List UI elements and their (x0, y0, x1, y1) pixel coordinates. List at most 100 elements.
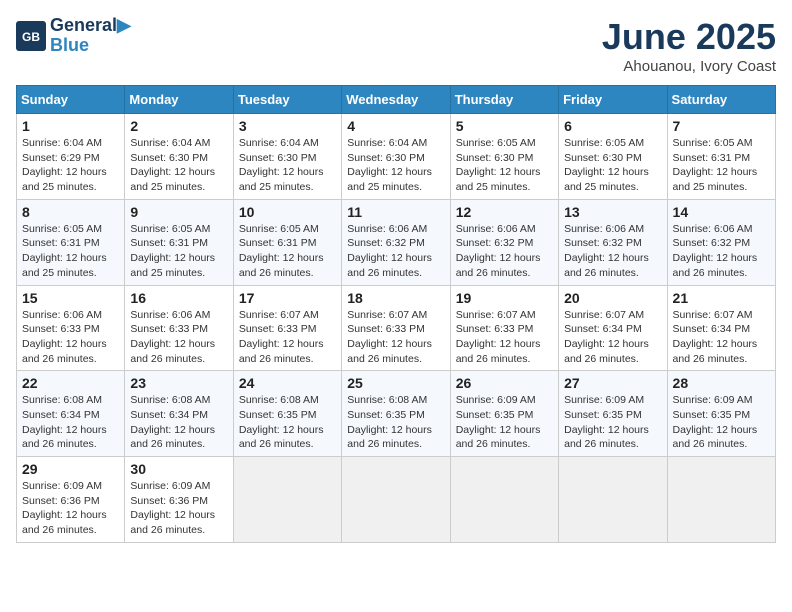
day-info: Sunrise: 6:09 AM Sunset: 6:36 PM Dayligh… (22, 479, 119, 538)
svg-text:GB: GB (22, 30, 40, 44)
day-number: 9 (130, 204, 227, 220)
logo-text: General▶ Blue (50, 16, 131, 56)
day-info: Sunrise: 6:06 AM Sunset: 6:32 PM Dayligh… (564, 222, 661, 281)
day-cell: 14Sunrise: 6:06 AM Sunset: 6:32 PM Dayli… (667, 199, 775, 285)
day-info: Sunrise: 6:05 AM Sunset: 6:30 PM Dayligh… (564, 136, 661, 195)
day-cell: 24Sunrise: 6:08 AM Sunset: 6:35 PM Dayli… (233, 371, 341, 457)
day-number: 22 (22, 375, 119, 391)
day-cell: 5 Sunrise: 6:05 AM Sunset: 6:30 PM Daylig… (450, 114, 558, 200)
day-info: Sunrise: 6:06 AM Sunset: 6:32 PM Dayligh… (347, 222, 444, 281)
weekday-header-thursday: Thursday (450, 86, 558, 114)
day-cell: 7 Sunrise: 6:05 AM Sunset: 6:31 PM Daylig… (667, 114, 775, 200)
day-number: 10 (239, 204, 336, 220)
day-info: Sunrise: 6:09 AM Sunset: 6:35 PM Dayligh… (564, 393, 661, 452)
day-info: Sunrise: 6:04 AM Sunset: 6:30 PM Dayligh… (239, 136, 336, 195)
day-info: Sunrise: 6:05 AM Sunset: 6:31 PM Dayligh… (673, 136, 770, 195)
day-cell: 13 Sunrise: 6:06 AM Sunset: 6:32 PM Dayli… (559, 199, 667, 285)
day-cell: 15 Sunrise: 6:06 AM Sunset: 6:33 PM Dayli… (17, 285, 125, 371)
day-info: Sunrise: 6:06 AM Sunset: 6:32 PM Dayligh… (673, 222, 770, 281)
day-cell: 6 Sunrise: 6:05 AM Sunset: 6:30 PM Daylig… (559, 114, 667, 200)
week-row-4: 22 Sunrise: 6:08 AM Sunset: 6:34 PM Dayli… (17, 371, 776, 457)
day-cell: 19Sunrise: 6:07 AM Sunset: 6:33 PM Dayli… (450, 285, 558, 371)
day-cell: 1 Sunrise: 6:04 AM Sunset: 6:29 PM Daylig… (17, 114, 125, 200)
day-number: 20 (564, 290, 661, 306)
weekday-header-tuesday: Tuesday (233, 86, 341, 114)
day-cell: 9 Sunrise: 6:05 AM Sunset: 6:31 PM Daylig… (125, 199, 233, 285)
calendar: SundayMondayTuesdayWednesdayThursdayFrid… (16, 85, 776, 543)
day-cell: 18 Sunrise: 6:07 AM Sunset: 6:33 PM Dayli… (342, 285, 450, 371)
logo-icon: GB (16, 21, 46, 51)
calendar-body: 1 Sunrise: 6:04 AM Sunset: 6:29 PM Daylig… (17, 114, 776, 543)
day-number: 5 (456, 118, 553, 134)
day-info: Sunrise: 6:07 AM Sunset: 6:34 PM Dayligh… (564, 308, 661, 367)
day-number: 4 (347, 118, 444, 134)
day-info: Sunrise: 6:04 AM Sunset: 6:29 PM Dayligh… (22, 136, 119, 195)
day-cell: 25Sunrise: 6:08 AM Sunset: 6:35 PM Dayli… (342, 371, 450, 457)
day-info: Sunrise: 6:04 AM Sunset: 6:30 PM Dayligh… (347, 136, 444, 195)
day-cell: 3Sunrise: 6:04 AM Sunset: 6:30 PM Daylig… (233, 114, 341, 200)
weekday-header-saturday: Saturday (667, 86, 775, 114)
day-number: 8 (22, 204, 119, 220)
week-row-3: 15 Sunrise: 6:06 AM Sunset: 6:33 PM Dayli… (17, 285, 776, 371)
day-info: Sunrise: 6:08 AM Sunset: 6:34 PM Dayligh… (130, 393, 227, 452)
day-cell: 16Sunrise: 6:06 AM Sunset: 6:33 PM Dayli… (125, 285, 233, 371)
week-row-5: 29 Sunrise: 6:09 AM Sunset: 6:36 PM Dayli… (17, 457, 776, 543)
weekday-header-monday: Monday (125, 86, 233, 114)
day-info: Sunrise: 6:09 AM Sunset: 6:35 PM Dayligh… (673, 393, 770, 452)
week-row-2: 8 Sunrise: 6:05 AM Sunset: 6:31 PM Daylig… (17, 199, 776, 285)
title-area: June 2025 Ahouanou, Ivory Coast (602, 16, 776, 75)
month-title: June 2025 (602, 16, 776, 58)
day-number: 30 (130, 461, 227, 477)
day-number: 1 (22, 118, 119, 134)
day-info: Sunrise: 6:07 AM Sunset: 6:33 PM Dayligh… (456, 308, 553, 367)
day-info: Sunrise: 6:04 AM Sunset: 6:30 PM Dayligh… (130, 136, 227, 195)
day-number: 11 (347, 204, 444, 220)
day-number: 27 (564, 375, 661, 391)
day-cell: 20 Sunrise: 6:07 AM Sunset: 6:34 PM Dayli… (559, 285, 667, 371)
day-info: Sunrise: 6:07 AM Sunset: 6:34 PM Dayligh… (673, 308, 770, 367)
day-cell: 27 Sunrise: 6:09 AM Sunset: 6:35 PM Dayli… (559, 371, 667, 457)
day-info: Sunrise: 6:09 AM Sunset: 6:35 PM Dayligh… (456, 393, 553, 452)
day-cell: 17Sunrise: 6:07 AM Sunset: 6:33 PM Dayli… (233, 285, 341, 371)
day-cell: 12Sunrise: 6:06 AM Sunset: 6:32 PM Dayli… (450, 199, 558, 285)
day-number: 13 (564, 204, 661, 220)
day-number: 6 (564, 118, 661, 134)
day-cell: 21 Sunrise: 6:07 AM Sunset: 6:34 PM Dayli… (667, 285, 775, 371)
day-number: 25 (347, 375, 444, 391)
day-cell: 22 Sunrise: 6:08 AM Sunset: 6:34 PM Dayli… (17, 371, 125, 457)
day-info: Sunrise: 6:05 AM Sunset: 6:31 PM Dayligh… (239, 222, 336, 281)
day-cell: 8Sunrise: 6:05 AM Sunset: 6:31 PM Daylig… (17, 199, 125, 285)
location-title: Ahouanou, Ivory Coast (602, 58, 776, 75)
day-info: Sunrise: 6:06 AM Sunset: 6:33 PM Dayligh… (130, 308, 227, 367)
day-cell: 11 Sunrise: 6:06 AM Sunset: 6:32 PM Dayli… (342, 199, 450, 285)
day-info: Sunrise: 6:06 AM Sunset: 6:33 PM Dayligh… (22, 308, 119, 367)
day-cell: 4 Sunrise: 6:04 AM Sunset: 6:30 PM Daylig… (342, 114, 450, 200)
day-number: 12 (456, 204, 553, 220)
day-info: Sunrise: 6:05 AM Sunset: 6:31 PM Dayligh… (130, 222, 227, 281)
weekday-header: SundayMondayTuesdayWednesdayThursdayFrid… (17, 86, 776, 114)
day-cell (233, 457, 341, 543)
week-row-1: 1 Sunrise: 6:04 AM Sunset: 6:29 PM Daylig… (17, 114, 776, 200)
day-info: Sunrise: 6:09 AM Sunset: 6:36 PM Dayligh… (130, 479, 227, 538)
day-number: 21 (673, 290, 770, 306)
day-info: Sunrise: 6:05 AM Sunset: 6:30 PM Dayligh… (456, 136, 553, 195)
day-cell: 26 Sunrise: 6:09 AM Sunset: 6:35 PM Dayli… (450, 371, 558, 457)
day-number: 26 (456, 375, 553, 391)
weekday-header-sunday: Sunday (17, 86, 125, 114)
day-info: Sunrise: 6:08 AM Sunset: 6:34 PM Dayligh… (22, 393, 119, 452)
day-number: 24 (239, 375, 336, 391)
day-number: 29 (22, 461, 119, 477)
day-number: 18 (347, 290, 444, 306)
day-number: 15 (22, 290, 119, 306)
day-cell (342, 457, 450, 543)
day-cell: 23Sunrise: 6:08 AM Sunset: 6:34 PM Dayli… (125, 371, 233, 457)
day-number: 17 (239, 290, 336, 306)
header: GB General▶ Blue June 2025 Ahouanou, Ivo… (16, 16, 776, 75)
day-cell: 2Sunrise: 6:04 AM Sunset: 6:30 PM Daylig… (125, 114, 233, 200)
weekday-header-wednesday: Wednesday (342, 86, 450, 114)
day-info: Sunrise: 6:07 AM Sunset: 6:33 PM Dayligh… (347, 308, 444, 367)
logo: GB General▶ Blue (16, 16, 131, 56)
day-number: 7 (673, 118, 770, 134)
day-cell: 28Sunrise: 6:09 AM Sunset: 6:35 PM Dayli… (667, 371, 775, 457)
day-cell (559, 457, 667, 543)
